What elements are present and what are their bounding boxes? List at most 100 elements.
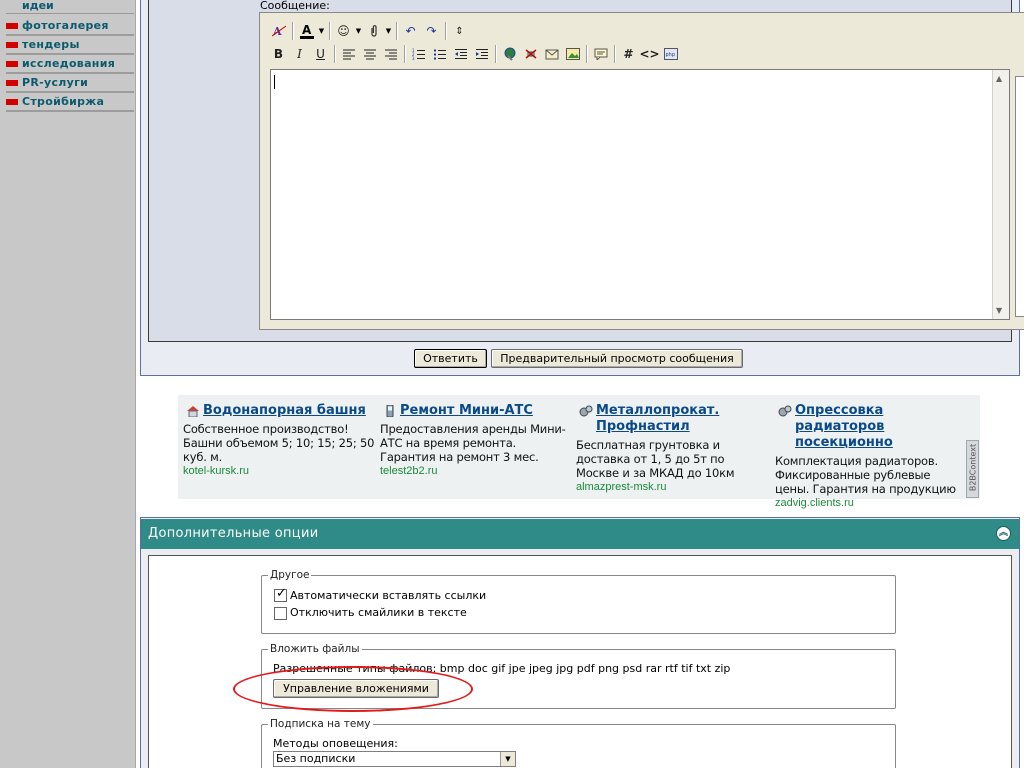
ad-title-link[interactable]: Опрессовка радиаторов посекционно: [775, 403, 965, 451]
collapse-icon[interactable]: ︽: [996, 526, 1011, 541]
bullet-marker: [6, 99, 18, 105]
insert-email-icon[interactable]: [541, 44, 562, 64]
code-icon[interactable]: <>: [639, 44, 660, 64]
gears-icon: [579, 405, 593, 417]
ad-title-link[interactable]: Ремонт Мини-АТС: [380, 403, 574, 419]
align-right-icon[interactable]: [380, 44, 401, 64]
ad-item: Водонапорная башня Собственное производс…: [183, 403, 377, 478]
auto-links-label[interactable]: Автоматически вставлять ссылки: [290, 589, 486, 602]
left-sidebar: идеи фотогалерея тендеры исследования PR…: [0, 0, 136, 768]
underline-icon[interactable]: U: [310, 44, 331, 64]
disable-smilies-label[interactable]: Отключить смайлики в тексте: [290, 606, 467, 619]
attach-paperclip-icon[interactable]: [363, 21, 384, 41]
bullet-marker: [6, 42, 18, 48]
remove-link-icon[interactable]: [520, 44, 541, 64]
ad-block: Водонапорная башня Собственное производс…: [178, 395, 980, 509]
ad-item: Ремонт Мини-АТС Предоставления аренды Ми…: [380, 403, 574, 478]
bullet-list-icon[interactable]: [429, 44, 450, 64]
sidebar-item-pr-services[interactable]: PR-услуги: [6, 74, 134, 93]
gears-icon: [778, 405, 792, 417]
undo-icon[interactable]: ↶: [400, 21, 421, 41]
chevron-down-icon[interactable]: ▼: [354, 21, 363, 41]
font-style-icon[interactable]: A: [268, 21, 289, 41]
toolbar-separator: [329, 22, 330, 40]
toolbar-separator: [292, 22, 293, 40]
subscription-selected-value: Без подписки: [276, 752, 356, 765]
sidebar-item-research[interactable]: исследования: [6, 55, 134, 74]
quote-icon[interactable]: [590, 44, 611, 64]
sidebar-item-label: идеи: [22, 0, 54, 12]
svg-text:3: 3: [412, 56, 415, 60]
fieldset-legend: Подписка на тему: [270, 718, 371, 730]
insert-link-icon[interactable]: [499, 44, 520, 64]
allowed-file-types: Разрешенные типы файлов: bmp doc gif jpe…: [273, 662, 731, 675]
sidebar-item-tenders[interactable]: тендеры: [6, 36, 134, 55]
toolbar-separator: [334, 45, 335, 63]
ad-network-badge[interactable]: B2BContext: [966, 440, 979, 498]
smiley-icon[interactable]: ☺: [333, 21, 354, 41]
sidebar-item-ideas[interactable]: идеи: [6, 0, 134, 14]
sidebar-item-label: PR-услуги: [22, 76, 89, 89]
align-center-icon[interactable]: [359, 44, 380, 64]
house-icon: [187, 406, 199, 417]
ad-title-text: Опрессовка радиаторов посекционно: [795, 403, 893, 450]
scroll-down-icon[interactable]: ▼: [996, 306, 1002, 315]
numbered-list-icon[interactable]: 123: [408, 44, 429, 64]
svg-text:A: A: [302, 23, 312, 37]
manage-attachments-button[interactable]: Управление вложениями: [273, 679, 439, 698]
disable-smilies-checkbox[interactable]: [274, 607, 287, 620]
ad-title-link[interactable]: Водонапорная башня: [183, 403, 377, 419]
ad-title-link[interactable]: Металлопрокат. Профнастил: [576, 403, 770, 435]
text-caret: [274, 75, 275, 89]
outdent-icon[interactable]: [450, 44, 471, 64]
align-left-icon[interactable]: [338, 44, 359, 64]
ad-url[interactable]: telest2b2.ru: [380, 464, 574, 478]
toolbar-separator: [396, 22, 397, 40]
additional-options-header[interactable]: Дополнительные опции ︽: [141, 519, 1019, 549]
chevron-down-icon[interactable]: ▼: [500, 752, 515, 766]
chevron-down-icon[interactable]: ▼: [384, 21, 393, 41]
ad-description: Бесплатная грунтовка и доставка от 1, 5 …: [576, 438, 735, 480]
message-label: Сообщение:: [260, 0, 330, 12]
bullet-marker: [6, 80, 18, 86]
sidebar-item-stroybirzha[interactable]: Стройбиржа: [6, 93, 134, 112]
ad-url[interactable]: almazprest-msk.ru: [576, 480, 770, 494]
toolbar-separator: [586, 45, 587, 63]
ad-url[interactable]: zadvig.clients.ru: [775, 496, 965, 510]
scroll-up-icon[interactable]: ▲: [996, 74, 1002, 83]
sidebar-item-photogallery[interactable]: фотогалерея: [6, 17, 134, 36]
php-code-icon[interactable]: php: [660, 44, 681, 64]
ad-description: Предоставления аренды Мини-АТС на время …: [380, 422, 566, 464]
ad-item: Металлопрокат. Профнастил Бесплатная гру…: [576, 403, 770, 494]
notification-methods-label: Методы оповещения:: [273, 737, 398, 750]
sidebar-item-label: фотогалерея: [22, 19, 109, 32]
bullet-marker: [6, 61, 18, 67]
fieldset-legend: Другое: [270, 569, 310, 581]
redo-icon[interactable]: ↷: [421, 21, 442, 41]
toolbar-separator: [445, 22, 446, 40]
ad-description: Комплектация радиаторов. Фиксированные р…: [775, 454, 956, 496]
sidebar-item-label: тендеры: [22, 38, 80, 51]
textarea-scrollbar[interactable]: ▲ ▼: [992, 70, 1009, 319]
ad-network-label: B2BContext: [968, 443, 978, 492]
message-textarea[interactable]: [270, 69, 1010, 320]
toolbar-separator: [404, 45, 405, 63]
italic-icon[interactable]: I: [289, 44, 310, 64]
submit-reply-button[interactable]: Ответить: [414, 349, 487, 368]
hash-icon[interactable]: #: [618, 44, 639, 64]
sidebar-item-label: Стройбиржа: [22, 95, 105, 108]
ad-title-text: Металлопрокат. Профнастил: [596, 403, 720, 434]
chevron-down-icon[interactable]: ▼: [317, 21, 326, 41]
insert-image-icon[interactable]: [562, 44, 583, 64]
indent-icon[interactable]: [471, 44, 492, 64]
bold-icon[interactable]: B: [268, 44, 289, 64]
auto-links-checkbox[interactable]: ✓: [274, 586, 287, 602]
toolbar-row-2: B I U 123 # <> php: [268, 44, 681, 64]
ad-title-text: Водонапорная башня: [203, 403, 366, 418]
checkmark-icon: ✓: [276, 586, 287, 601]
resize-editor-icon[interactable]: ⇕: [449, 21, 470, 41]
preview-message-button[interactable]: Предварительный просмотр сообщения: [491, 349, 743, 368]
ad-url[interactable]: kotel-kursk.ru: [183, 464, 377, 478]
subscription-select[interactable]: Без подписки ▼: [273, 751, 516, 767]
font-color-icon[interactable]: A: [296, 21, 317, 41]
